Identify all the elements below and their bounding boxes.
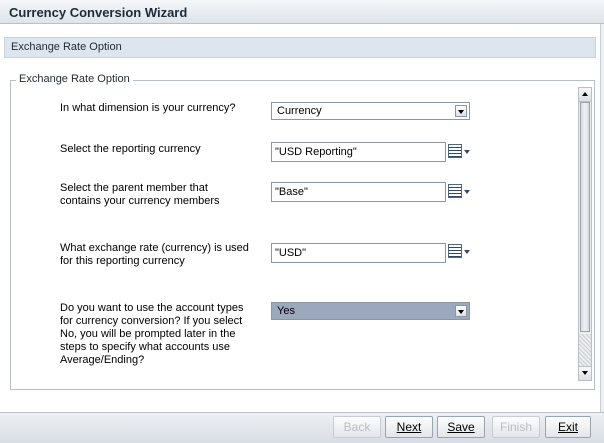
account-types-label-line: No, you will be prompted later in the — [60, 328, 236, 340]
member-selector-button[interactable] — [448, 143, 470, 161]
fieldset-legend: Exchange Rate Option — [16, 73, 133, 85]
chevron-down-icon — [464, 150, 470, 154]
account-types-label: Do you want to use the account types for… — [60, 302, 243, 367]
member-selector-button[interactable] — [448, 243, 470, 261]
reporting-currency-field[interactable]: "USD Reporting" — [271, 142, 446, 162]
window-edge — [600, 24, 604, 419]
parent-member-value: "Base" — [275, 186, 308, 198]
member-selector-icon — [448, 184, 462, 198]
section-header: Exchange Rate Option — [4, 37, 596, 58]
parent-member-field[interactable]: "Base" — [271, 182, 446, 202]
account-types-label-line: Do you want to use the account types — [60, 302, 244, 314]
parent-member-label-line2: contains your currency members — [60, 195, 220, 207]
dimension-question-label: In what dimension is your currency? — [60, 102, 236, 114]
save-button[interactable]: Save — [437, 416, 485, 438]
parent-member-label: Select the parent member that contains y… — [60, 182, 220, 208]
vertical-scrollbar[interactable] — [578, 87, 592, 381]
chevron-down-icon — [464, 250, 470, 254]
exchange-rate-field[interactable]: "USD" — [271, 243, 446, 263]
scroll-up-arrow-icon[interactable] — [579, 88, 591, 102]
reporting-currency-value: "USD Reporting" — [275, 146, 357, 158]
chevron-down-icon[interactable] — [455, 105, 467, 117]
back-button[interactable]: Back — [333, 416, 381, 438]
member-selector-icon — [448, 244, 462, 258]
next-button[interactable]: Next — [385, 416, 433, 438]
scroll-down-arrow-icon[interactable] — [579, 366, 591, 380]
finish-button[interactable]: Finish — [492, 416, 540, 438]
account-types-label-line: steps to specify what accounts use — [60, 341, 230, 353]
exchange-rate-value: "USD" — [275, 247, 307, 259]
member-selector-button[interactable] — [448, 183, 470, 201]
reporting-currency-label: Select the reporting currency — [60, 143, 201, 155]
scrollbar-thumb[interactable] — [580, 102, 590, 332]
member-selector-icon — [448, 144, 462, 158]
wizard-title-bar: Currency Conversion Wizard — [0, 0, 604, 24]
account-types-select-value: Yes — [277, 305, 295, 317]
dimension-select[interactable]: Currency — [271, 102, 470, 120]
exit-button[interactable]: Exit — [545, 416, 591, 438]
section-header-label: Exchange Rate Option — [11, 41, 122, 53]
account-types-label-line: Average/Ending? — [60, 354, 145, 366]
dimension-select-value: Currency — [277, 105, 322, 117]
parent-member-label-line1: Select the parent member that — [60, 182, 208, 194]
account-types-label-line: for currency conversion? If you select — [60, 315, 243, 327]
chevron-down-icon[interactable] — [455, 305, 467, 317]
exchange-rate-label-line1: What exchange rate (currency) is used — [60, 242, 249, 254]
account-types-select[interactable]: Yes — [271, 302, 470, 320]
exchange-rate-label: What exchange rate (currency) is used fo… — [60, 242, 249, 268]
exchange-rate-label-line2: for this reporting currency — [60, 255, 185, 267]
window-title: Currency Conversion Wizard — [9, 5, 188, 20]
scrollbar-track[interactable] — [579, 334, 591, 366]
chevron-down-icon — [464, 190, 470, 194]
